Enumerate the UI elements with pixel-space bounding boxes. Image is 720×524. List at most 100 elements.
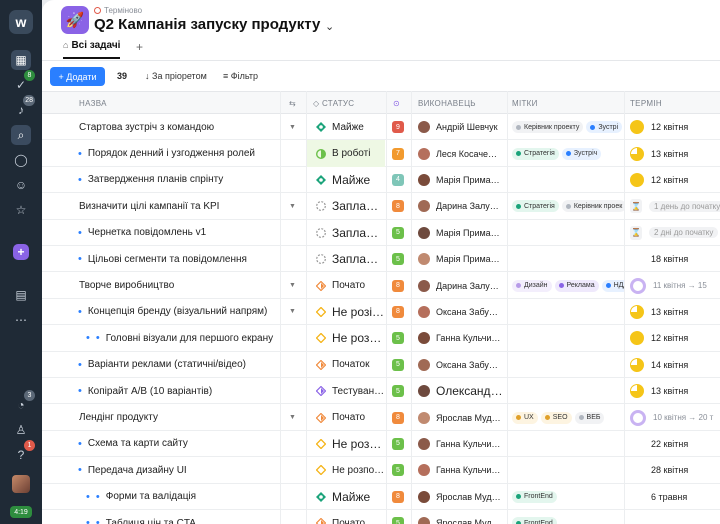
tags-cell[interactable]: [512, 220, 624, 246]
help-icon[interactable]: ? 1: [11, 440, 35, 465]
name-cell[interactable]: • Варіанти реклами (статичні/відео): [78, 352, 278, 378]
chevron-down-icon[interactable]: ▼: [289, 404, 299, 430]
table-row[interactable]: • • Головні візуали для першого екрану Не р…: [42, 325, 720, 352]
task-name[interactable]: Копірайт A/B (10 варіантів): [88, 386, 212, 397]
people-icon[interactable]: ☺: [11, 175, 31, 195]
status-cell[interactable]: Запла…: [307, 193, 385, 219]
tag-chip[interactable]: FrontEnd: [512, 490, 557, 503]
create-plus-icon[interactable]: +: [13, 244, 29, 260]
priority-cell[interactable]: 8: [392, 484, 404, 510]
more-dots-icon[interactable]: ⋯: [11, 310, 31, 330]
table-row[interactable]: • Цільові сегменти та повідомлення Запла… 5…: [42, 246, 720, 273]
term-cell[interactable]: ⌛ 1 день до початку: [630, 193, 720, 219]
assignee-cell[interactable]: Ганна Кульчи…: [418, 325, 506, 351]
task-name[interactable]: Лендінг продукту: [79, 412, 158, 423]
name-cell[interactable]: • Передача дизайну UI: [78, 457, 278, 483]
task-name[interactable]: Головні візуали для першого екрану: [106, 333, 273, 344]
tag-chip[interactable]: Керівник проекту: [512, 121, 584, 134]
status-cell[interactable]: Майже: [307, 114, 385, 140]
term-cell[interactable]: 11 квітня → 15: [630, 272, 720, 298]
col-term[interactable]: ТЕРМІН: [630, 99, 662, 108]
tags-cell[interactable]: [512, 352, 624, 378]
task-name[interactable]: Цільові сегменти та повідомлення: [88, 254, 247, 265]
sort-by-priority-button[interactable]: ↓ За пріоретом: [145, 71, 207, 81]
assignee-cell[interactable]: Андрій Шевчук: [418, 114, 506, 140]
table-row[interactable]: • Передача дизайну UI Не розпо… 5 Ганна Куль…: [42, 457, 720, 484]
status-cell[interactable]: Не роз…: [307, 431, 385, 457]
name-cell[interactable]: • Затвердження планів спрінту: [78, 167, 278, 193]
name-cell[interactable]: • • Форми та валідація: [78, 484, 278, 510]
add-tab-button[interactable]: +: [136, 40, 143, 54]
term-cell[interactable]: ⌛ 2 дні до початку: [630, 220, 720, 246]
table-row[interactable]: Творче виробництво ▼ Почато 8 Дарина Залу… Ди…: [42, 272, 720, 299]
status-cell[interactable]: В роботі: [307, 140, 385, 167]
table-row[interactable]: • • Таблиця цін та CTA Почато 5 Ярослав Муд… F…: [42, 510, 720, 524]
priority-cell[interactable]: 5: [392, 352, 404, 378]
task-name[interactable]: Порядок денний і узгодження ролей: [88, 148, 255, 159]
name-cell[interactable]: • Порядок денний і узгодження ролей: [78, 140, 278, 166]
status-cell[interactable]: Майже: [307, 484, 385, 510]
chevron-down-icon[interactable]: ▼: [289, 272, 299, 298]
user-avatar[interactable]: [12, 475, 30, 493]
name-cell[interactable]: • Чернетка повідомлень v1: [78, 220, 278, 246]
search-icon[interactable]: ⌕: [11, 125, 31, 145]
table-icon[interactable]: ▤: [11, 285, 31, 305]
tags-cell[interactable]: [512, 378, 624, 404]
tags-cell[interactable]: FrontEnd: [512, 510, 624, 524]
tag-chip[interactable]: ВЕБ: [574, 411, 605, 424]
col-assignee[interactable]: ВИКОНАВЕЦЬ: [418, 99, 476, 108]
name-cell[interactable]: • Цільові сегменти та повідомлення: [78, 246, 278, 272]
app-logo[interactable]: w: [9, 10, 33, 34]
table-row[interactable]: • Схема та карти сайту Не роз… 5 Ганна Кульч…: [42, 431, 720, 458]
add-button[interactable]: + Додати: [50, 67, 105, 86]
name-cell[interactable]: Стартова зустріч з командою: [79, 114, 279, 140]
tag-chip[interactable]: Керівник проек: [561, 200, 624, 213]
assignee-cell[interactable]: Ярослав Муд…: [418, 510, 506, 524]
assignee-cell[interactable]: Ганна Кульчи…: [418, 457, 506, 483]
status-cell[interactable]: Не розі…: [307, 299, 385, 325]
assignee-cell[interactable]: Леся Косаче…: [418, 140, 506, 166]
home-grid-icon[interactable]: ▦: [11, 50, 31, 70]
table-row[interactable]: Стартова зустріч з командою ▼ Майже 9 Андрій…: [42, 114, 720, 141]
priority-cell[interactable]: 4: [392, 167, 404, 193]
timer-icon[interactable]: ◔ 3: [11, 390, 35, 415]
term-cell[interactable]: 12 квітня: [630, 114, 720, 140]
assignee-cell[interactable]: Марія Прима…: [418, 246, 506, 272]
term-cell[interactable]: [630, 510, 720, 524]
priority-cell[interactable]: 8: [392, 404, 404, 430]
term-cell[interactable]: 10 квітня → 20 т: [630, 404, 720, 430]
tags-cell[interactable]: FrontEnd: [512, 484, 624, 510]
term-cell[interactable]: 6 травня: [630, 484, 720, 510]
status-cell[interactable]: Запла…: [307, 246, 385, 272]
priority-col-icon[interactable]: ⊙: [393, 99, 400, 108]
status-cell[interactable]: Не розпо…: [307, 457, 385, 483]
assignee-cell[interactable]: Марія Прима…: [418, 167, 506, 193]
table-row[interactable]: • • Форми та валідація Майже 8 Ярослав Муд… Fr…: [42, 484, 720, 510]
filter-button[interactable]: ≡ Фільтр: [223, 71, 258, 81]
assignee-cell[interactable]: Оксана Забу…: [418, 352, 506, 378]
task-name[interactable]: Концепція бренду (візуальний напрям): [88, 306, 268, 317]
priority-cell[interactable]: 5: [392, 378, 404, 404]
task-name[interactable]: Передача дизайну UI: [88, 465, 187, 476]
tags-cell[interactable]: UX SEO ВЕБ: [512, 404, 624, 430]
page-title[interactable]: Q2 Кампанія запуску продукту: [94, 16, 320, 33]
rocket-icon[interactable]: 🚀: [61, 6, 89, 34]
status-cell[interactable]: Почато: [307, 510, 385, 524]
tag-chip[interactable]: FrontEnd: [512, 517, 557, 524]
name-cell[interactable]: • • Головні візуали для першого екрану: [78, 325, 278, 351]
tags-cell[interactable]: Керівник проекту Зустрі: [512, 114, 624, 140]
priority-cell[interactable]: 8: [392, 299, 404, 325]
priority-cell[interactable]: 7: [392, 140, 404, 166]
tag-chip[interactable]: Реклама: [554, 279, 599, 292]
name-cell[interactable]: • Концепція бренду (візуальний напрям): [78, 299, 278, 325]
task-name[interactable]: Затвердження планів спрінту: [88, 174, 223, 185]
assignee-cell[interactable]: Оксана Забу…: [418, 299, 506, 325]
term-cell[interactable]: 18 квітня: [630, 246, 720, 272]
task-name[interactable]: Стартова зустріч з командою: [79, 122, 214, 133]
status-cell[interactable]: Запла…: [307, 220, 385, 246]
col-tags[interactable]: МІТКИ: [512, 99, 538, 108]
tag-chip[interactable]: НДД: [601, 279, 624, 292]
status-cell[interactable]: Не роз…: [307, 325, 385, 351]
tags-cell[interactable]: Стратегія Керівник проек: [512, 193, 624, 219]
name-cell[interactable]: • Копірайт A/B (10 варіантів): [78, 378, 278, 404]
